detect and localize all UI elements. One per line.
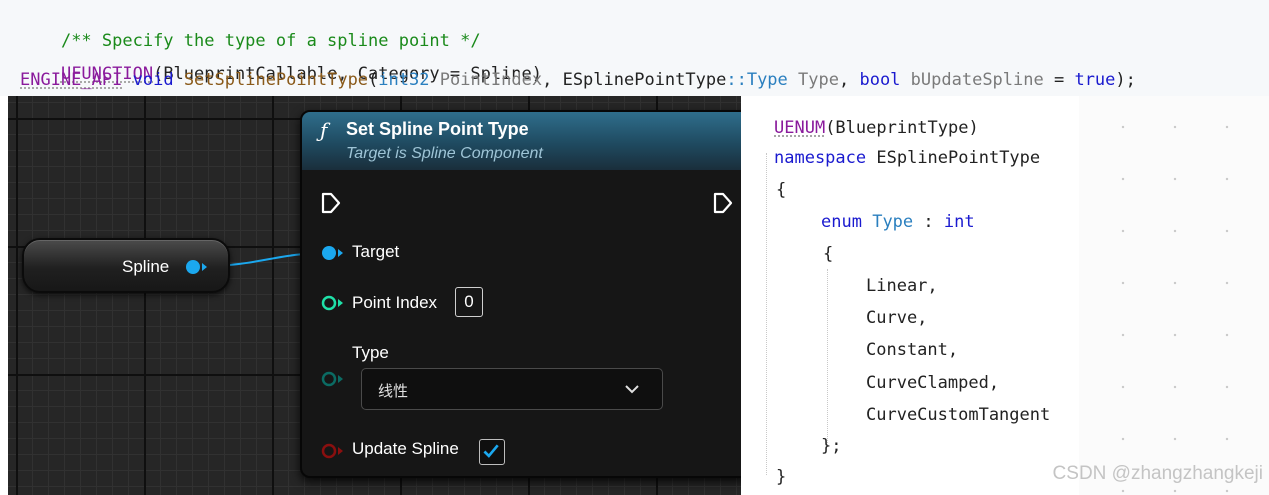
enum-line-declaration: enum Type : int: [821, 209, 975, 235]
param1-type: int32: [378, 70, 430, 90]
target-pin-label: Target: [352, 242, 400, 261]
spline-node-label: Spline: [122, 257, 170, 276]
function-icon: ƒ: [320, 118, 328, 142]
code-line-comment: /** Specify the type of a spline point *…: [20, 2, 481, 51]
indent-guide: [766, 153, 767, 475]
enum-value: Constant,: [866, 340, 959, 360]
default-value: true: [1074, 70, 1116, 90]
node-header: ƒ Set Spline Point Type Target is Spline…: [302, 112, 741, 170]
indent-guide: [827, 269, 828, 445]
enum-name: Type: [872, 212, 914, 232]
param2-name: Type: [798, 70, 839, 90]
point-index-input[interactable]: 0: [455, 287, 483, 317]
paren-close: );: [1115, 70, 1136, 90]
enum-keyword: enum: [821, 212, 862, 232]
type-dropdown-value: 线性: [378, 383, 409, 400]
param1-name: PointIndex: [439, 70, 543, 90]
type-pin-label: Type: [352, 343, 389, 362]
point-index-pin-label: Point Index: [352, 293, 438, 312]
spline-output-pin-icon[interactable]: [184, 258, 212, 276]
paren-open: (: [368, 70, 379, 90]
enum-colon: :: [913, 212, 944, 232]
function-name: SetSplinePointType: [183, 70, 369, 90]
update-spline-checkbox[interactable]: [479, 439, 505, 465]
enum-brace-open: {: [823, 244, 834, 264]
namespace-brace-close: }: [776, 467, 787, 487]
equals: =: [1043, 70, 1075, 90]
separator: ,: [542, 70, 563, 90]
chevron-down-icon: [625, 385, 639, 394]
update-spline-pin-label: Update Spline: [352, 439, 459, 458]
scope-operator: ::: [726, 70, 747, 90]
spline-variable-node[interactable]: Spline: [22, 238, 230, 293]
enum-line-namespace: namespace ESplinePointType: [774, 145, 1040, 171]
uenum-macro: UENUM: [774, 118, 826, 138]
uenum-args: (BlueprintType): [825, 118, 979, 138]
exec-input-pin-icon[interactable]: [321, 192, 341, 214]
blueprint-graph[interactable]: Spline ƒ Set Spline Point Type Target is…: [8, 96, 741, 495]
exec-output-pin-icon[interactable]: [713, 192, 733, 214]
enum-code-block: UENUM(BlueprintType) namespace ESplinePo…: [761, 111, 1079, 495]
enum-value: Linear,: [866, 276, 938, 296]
param3-name: bUpdateSpline: [910, 70, 1044, 90]
node-title: Set Spline Point Type: [346, 119, 529, 139]
code-line-ufunction: UFUNCTION(BlueprintCallable, Category = …: [20, 35, 542, 84]
point-index-pin-icon[interactable]: [320, 294, 348, 312]
namespace-name: ESplinePointType: [876, 148, 1041, 168]
engine-api-macro: ENGINE_API: [20, 70, 123, 90]
code-line-signature: ENGINE_API void SetSplinePointType(int32…: [20, 67, 1136, 93]
separator: ,: [838, 70, 860, 90]
enum-namespace: ESplinePointType: [562, 70, 727, 90]
enum-value: CurveCustomTangent: [866, 405, 1051, 425]
watermark: CSDN @zhangzhangkeji: [1052, 463, 1263, 484]
set-spline-point-type-node[interactable]: ƒ Set Spline Point Type Target is Spline…: [300, 110, 741, 478]
enum-line-uenum: UENUM(BlueprintType): [774, 115, 979, 141]
enum-value: CurveClamped,: [866, 373, 1000, 393]
target-pin-icon[interactable]: [320, 244, 348, 262]
enum-value: Curve,: [866, 308, 928, 328]
enum-brace-close: };: [821, 436, 842, 456]
namespace-brace-open: {: [776, 180, 787, 200]
code-header: /** Specify the type of a spline point *…: [0, 0, 1269, 96]
enum-type: Type: [746, 70, 788, 90]
param3-type: bool: [859, 70, 901, 90]
namespace-keyword: namespace: [774, 148, 867, 168]
type-pin-icon[interactable]: [320, 370, 348, 388]
node-subtitle: Target is Spline Component: [346, 145, 543, 162]
checkmark-icon: [483, 444, 499, 458]
type-dropdown[interactable]: 线性: [361, 368, 663, 410]
dotted-canvas: [1079, 96, 1269, 495]
return-type: void: [132, 70, 174, 90]
enum-base-type: int: [943, 212, 975, 232]
update-spline-pin-icon[interactable]: [320, 442, 348, 460]
